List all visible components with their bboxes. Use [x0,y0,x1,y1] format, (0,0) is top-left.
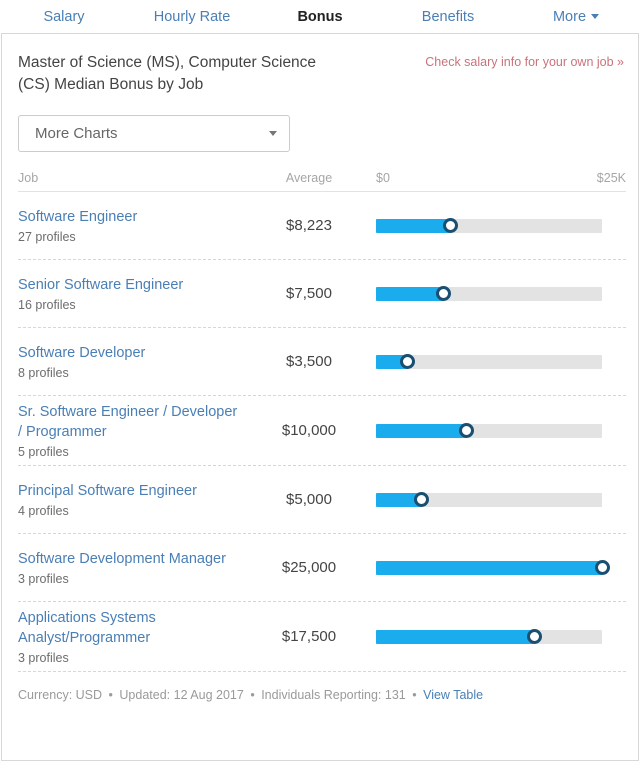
chevron-down-icon [269,131,277,136]
tab-salary[interactable]: Salary [0,0,128,33]
footer-sep-3: • [412,688,417,702]
table-row: Software Development Manager 3 profiles $2… [18,534,626,602]
chart-card-inner: Master of Science (MS), Computer Science… [2,34,638,760]
bar-cell [364,560,626,575]
job-title-link[interactable]: Software Developer [18,343,240,363]
bar-cell [364,218,626,233]
bar-fill [376,560,602,575]
bonus-chart-table: Job Average $0 $25K Software Engineer 27 … [18,171,626,672]
job-cell: Senior Software Engineer 16 profiles [18,269,254,318]
bar-knob[interactable] [436,286,452,301]
job-cell: Software Development Manager 3 profiles [18,543,254,592]
bar-knob[interactable] [458,423,474,438]
average-value: $8,223 [286,217,332,234]
table-row: Applications Systems Analyst/Programmer 3… [18,602,626,672]
bar-cell [364,423,626,438]
bar-cell [364,629,626,644]
footer-sep-2: • [250,688,255,702]
bar-fill [376,423,467,438]
tab-benefits[interactable]: Benefits [384,0,512,33]
job-cell: Applications Systems Analyst/Programmer 3… [18,602,254,671]
bar-track [376,423,602,438]
tab-bonus[interactable]: Bonus [256,0,384,37]
more-charts-select-value: More Charts [35,125,118,142]
tab-bonus-label: Bonus [297,8,343,25]
axis-label-max: $25K [596,171,626,185]
bar-fill [376,218,451,233]
tab-bar: Salary Hourly Rate Bonus Benefits More [0,0,640,37]
job-cell: Sr. Software Engineer / Developer / Prog… [18,396,254,465]
job-cell: Software Engineer 27 profiles [18,201,254,250]
average-value: $3,500 [286,353,332,370]
average-value: $25,000 [281,559,337,576]
footer-reporting: Individuals Reporting: 131 [261,688,406,702]
bar-fill [376,286,444,301]
profiles-count: 8 profiles [18,366,69,380]
chart-footer: Currency: USD • Updated: 12 Aug 2017 • I… [18,672,624,702]
footer-updated: Updated: 12 Aug 2017 [119,688,244,702]
table-column-headers: Job Average $0 $25K [18,171,626,192]
footer-currency: Currency: USD [18,688,103,702]
table-rows: Software Engineer 27 profiles $8,223 Senior… [18,192,626,672]
tab-salary-label: Salary [43,8,85,25]
bar-knob[interactable] [442,218,458,233]
job-title-link[interactable]: Senior Software Engineer [18,275,240,295]
bar-knob[interactable] [400,354,416,369]
bar-track [376,218,602,233]
table-row: Sr. Software Engineer / Developer / Prog… [18,396,626,466]
bar-knob[interactable] [594,560,610,575]
chart-card: Master of Science (MS), Computer Science… [1,33,639,761]
tab-benefits-label: Benefits [421,8,475,25]
tab-more[interactable]: More [512,0,640,33]
average-value: $5,000 [286,491,332,508]
check-own-job-link[interactable]: Check salary info for your own job » [425,52,624,69]
bar-cell [364,492,626,507]
job-title-link[interactable]: Software Development Manager [18,549,240,569]
table-row: Principal Software Engineer 4 profiles $5,… [18,466,626,534]
tab-hourly-rate-label: Hourly Rate [153,8,231,25]
profiles-count: 27 profiles [18,230,76,244]
table-row: Senior Software Engineer 16 profiles $7,50… [18,260,626,328]
axis-label-min: $0 [376,171,390,185]
more-charts-select[interactable]: More Charts [18,115,290,152]
bar-track [376,354,602,369]
tab-hourly-rate[interactable]: Hourly Rate [128,0,256,33]
bar-cell [364,354,626,369]
footer-sep-1: • [108,688,113,702]
table-row: Software Developer 8 profiles $3,500 [18,328,626,396]
column-header-job: Job [18,171,39,185]
job-cell: Software Developer 8 profiles [18,337,254,386]
job-cell: Principal Software Engineer 4 profiles [18,475,254,524]
job-title-link[interactable]: Sr. Software Engineer / Developer / Prog… [18,402,240,442]
average-value: $17,500 [281,628,337,645]
profiles-count: 16 profiles [18,298,76,312]
bar-fill [376,629,535,644]
tab-more-label: More [552,8,587,25]
job-title-link[interactable]: Software Engineer [18,207,240,227]
salary-chart-page: Salary Hourly Rate Bonus Benefits More M… [0,0,640,762]
bar-track [376,560,610,575]
chevron-down-icon [591,14,600,19]
bar-track [376,286,602,301]
average-value: $10,000 [281,422,337,439]
job-title-link[interactable]: Principal Software Engineer [18,481,240,501]
bar-track [376,629,602,644]
profiles-count: 3 profiles [18,572,69,586]
bar-cell [364,286,626,301]
bar-knob[interactable] [526,629,542,644]
bar-track [376,492,602,507]
chart-header: Master of Science (MS), Computer Science… [18,52,624,96]
view-table-link[interactable]: View Table [423,688,483,702]
column-header-average: Average [285,171,333,185]
average-value: $7,500 [286,285,332,302]
bar-knob[interactable] [413,492,429,507]
profiles-count: 3 profiles [18,651,69,665]
table-row: Software Engineer 27 profiles $8,223 [18,192,626,260]
more-charts-select-wrap: More Charts [18,115,290,152]
profiles-count: 4 profiles [18,504,69,518]
profiles-count: 5 profiles [18,445,69,459]
job-title-link[interactable]: Applications Systems Analyst/Programmer [18,608,240,648]
page-title: Master of Science (MS), Computer Science… [18,54,317,93]
